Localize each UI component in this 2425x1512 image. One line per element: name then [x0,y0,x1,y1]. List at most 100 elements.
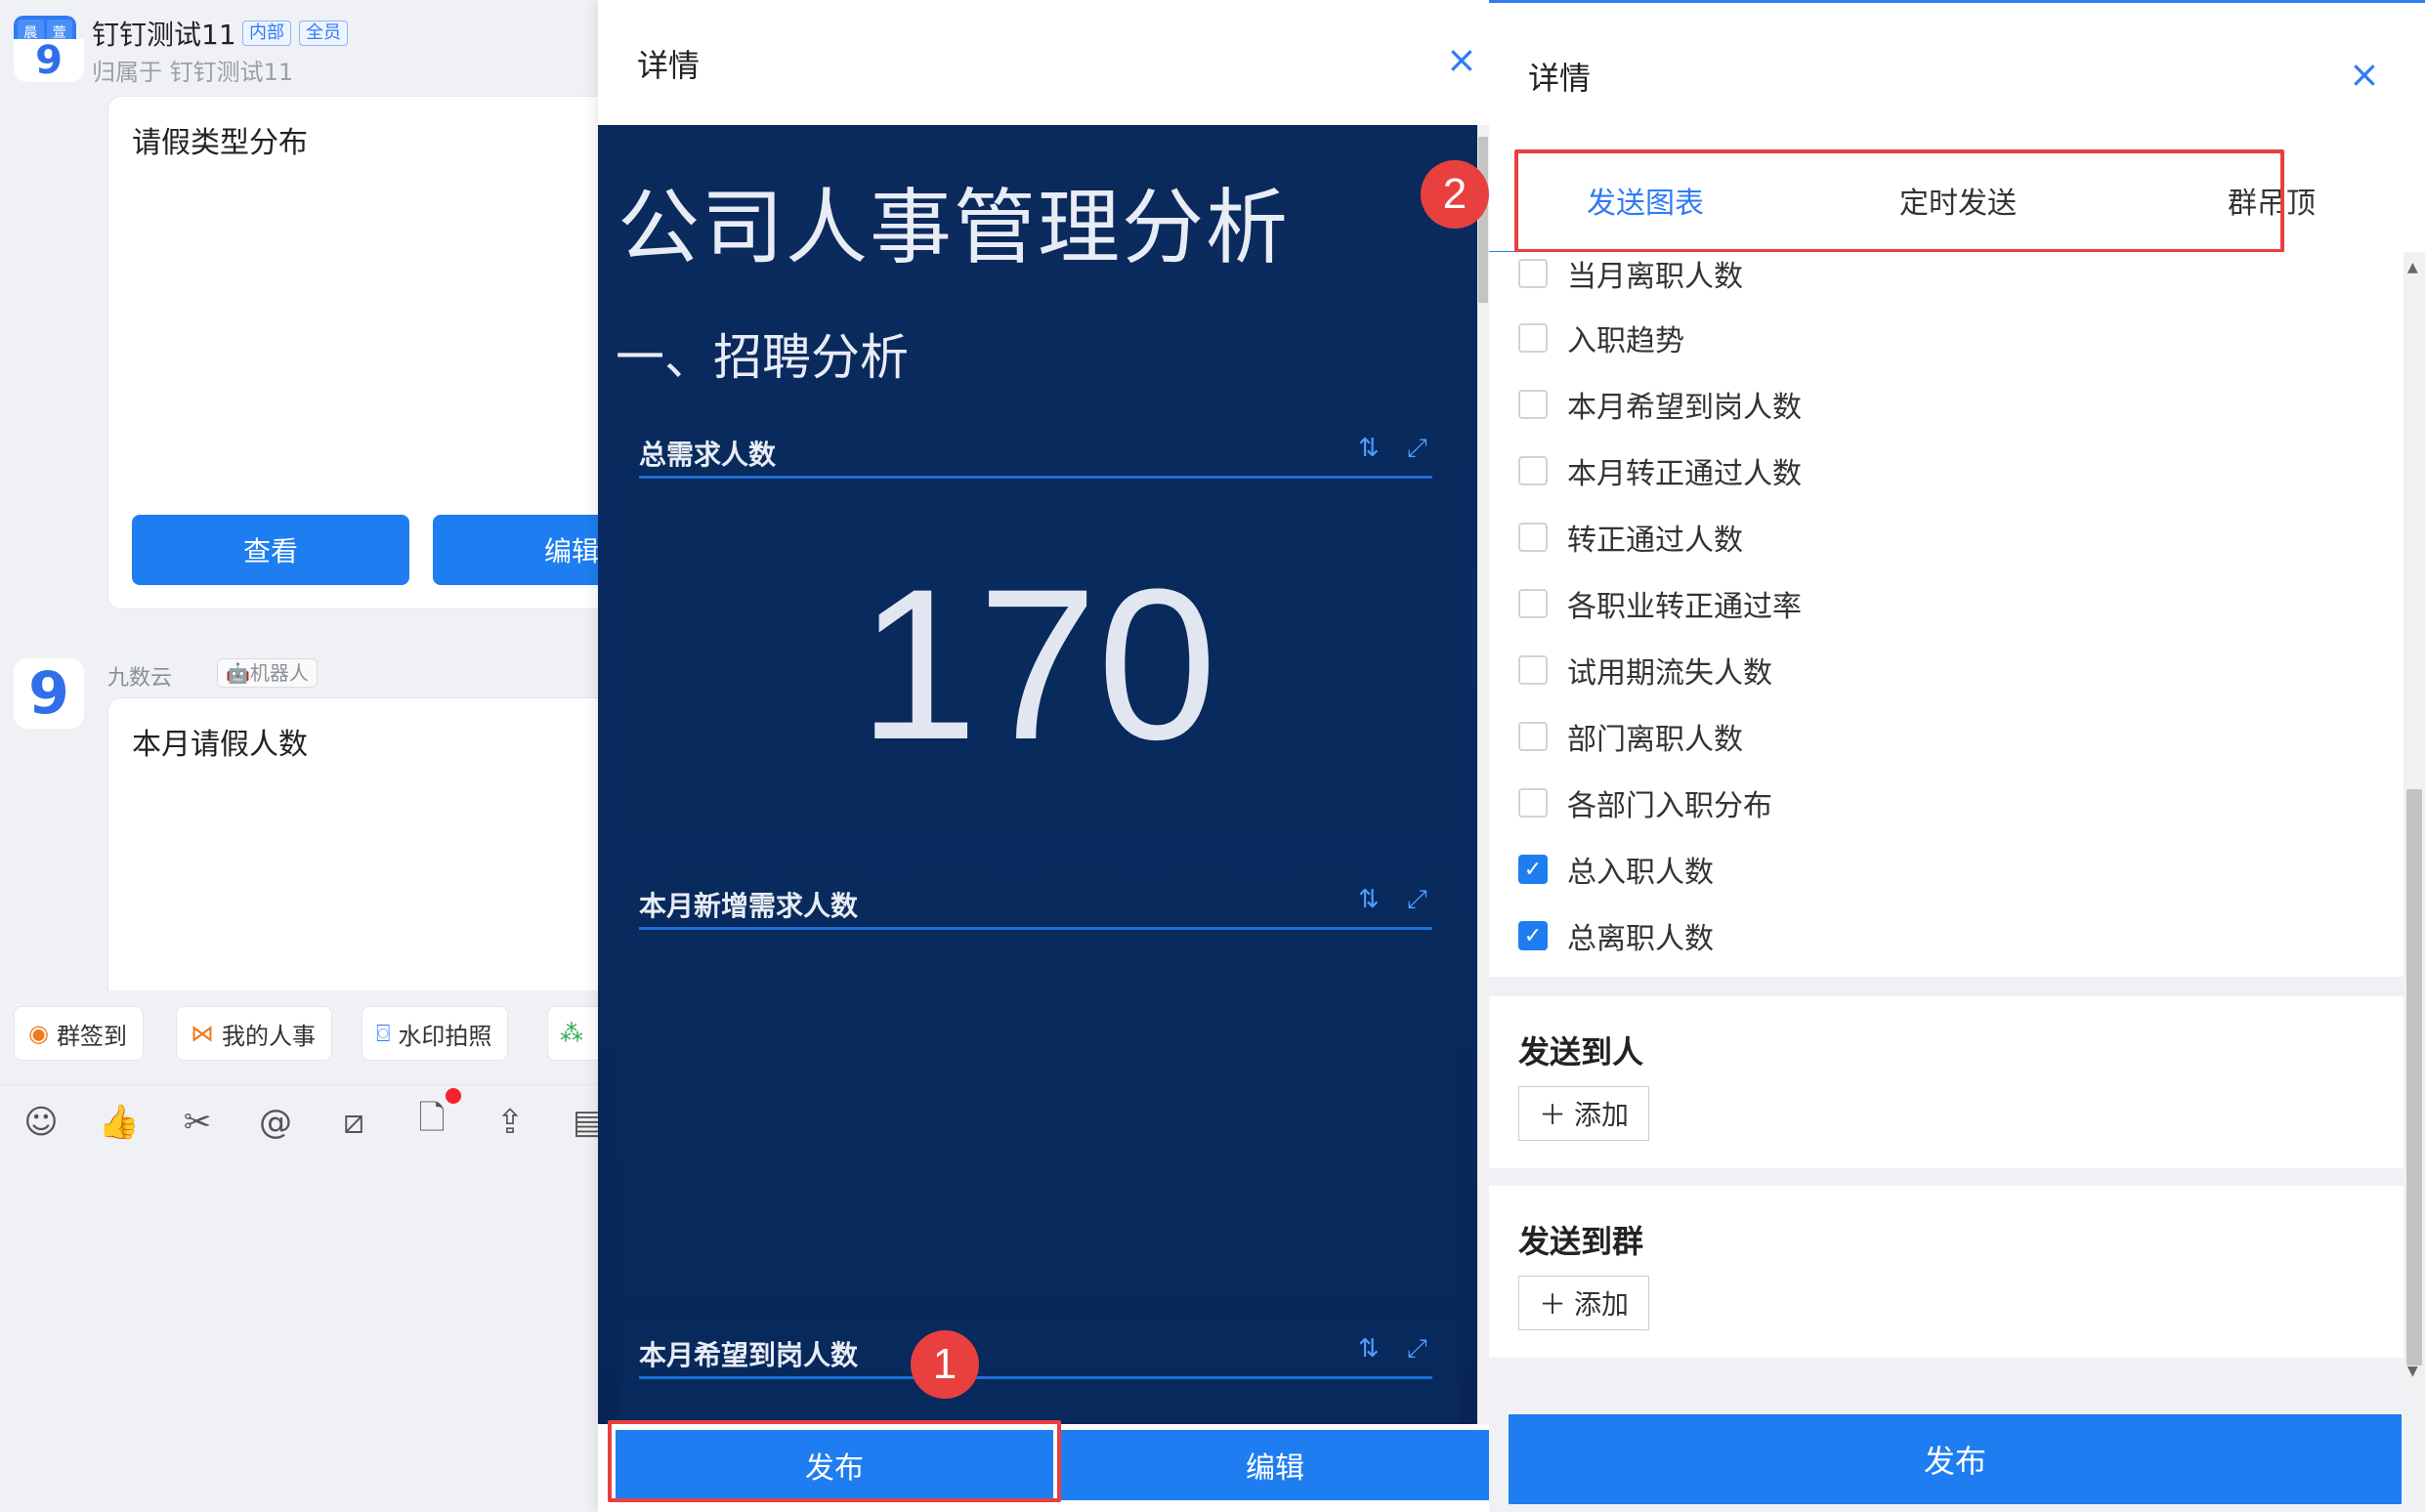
emoji-icon[interactable]: ☺ [21,1103,61,1142]
preview-panel: 详情 × 公司人事管理分析 一、招聘分析 总需求人数 ⇅ ⤢ 170 本月新增需… [598,0,1489,1512]
camera-icon: ⌼ [376,1020,391,1047]
expand-icon[interactable]: ⤢ [1407,434,1427,464]
preview-scrollbar[interactable] [1477,125,1489,1424]
checkbox[interactable] [1518,788,1548,818]
scissors-icon[interactable]: ✂ [178,1103,217,1142]
watermark-camera-button[interactable]: ⌼ 水印拍照 [362,1006,509,1061]
highlight-box-publish [608,1420,1061,1502]
hr-icon: ⋈ [191,1020,214,1047]
location-icon: ◉ [28,1020,49,1047]
close-icon[interactable]: × [1446,41,1477,78]
checkbox-checked[interactable]: ✓ [1518,921,1548,950]
share-icon: ⁂ [560,1020,583,1047]
send-to-person-title: 发送到人 [1518,1033,1644,1071]
scrollbar-thumb[interactable] [1478,137,1488,303]
more-actions-button[interactable]: ⁂ [547,1006,598,1061]
bot-logo-icon: 9 [35,38,63,83]
checkbox[interactable] [1518,259,1548,288]
thumbs-up-icon[interactable]: 👍 [99,1103,140,1142]
chart-option-label: 入职趋势 [1567,324,1684,358]
sort-icon[interactable]: ⇅ [1358,1334,1380,1364]
scroll-up-icon[interactable]: ▲ [2407,260,2418,275]
group-owner-text: 归属于 钉钉测试11 [92,59,294,86]
chart-option-row[interactable]: 本月希望到岗人数 [1518,383,1802,426]
widget-header: 本月希望到岗人数 ⇅ ⤢ [639,1330,1432,1379]
add-label: 添加 [1574,1288,1630,1321]
view-button[interactable]: 查看 [132,515,409,585]
widget-header: 本月新增需求人数 ⇅ ⤢ [639,881,1432,930]
dashboard-preview: 公司人事管理分析 一、招聘分析 总需求人数 ⇅ ⤢ 170 本月新增需求人数 ⇅… [598,125,1477,1424]
chart-option-label: 总离职人数 [1567,922,1714,956]
chart-option-row[interactable]: 各职业转正通过率 [1518,582,1802,625]
chart-option-label: 部门离职人数 [1567,723,1743,757]
step-marker-1: 1 [911,1330,979,1399]
checkbox-checked[interactable]: ✓ [1518,855,1548,884]
upload-icon[interactable]: ⇪ [490,1103,530,1142]
expand-icon[interactable]: ⤢ [1407,1334,1427,1365]
chart-option-label: 总入职人数 [1567,856,1714,890]
bot-avatar[interactable]: 9 [14,658,84,729]
message-card: 请假类型分布 查看 编辑 [107,96,598,609]
checkbox[interactable] [1518,323,1548,353]
chart-option-label: 各职业转正通过率 [1567,590,1802,624]
quick-action-label: 群签到 [56,1022,127,1050]
chart-option-label: 本月希望到岗人数 [1567,391,1802,425]
add-note-icon[interactable]: 🗋 [412,1099,451,1142]
group-checkin-button[interactable]: ◉ 群签到 [14,1006,144,1061]
preview-edit-button[interactable]: 编辑 [1061,1430,1489,1500]
chart-option-row[interactable]: 转正通过人数 [1518,516,1743,559]
scrollbar-thumb[interactable] [2406,789,2422,1365]
close-icon[interactable]: × [2349,56,2380,93]
checkbox[interactable] [1518,523,1548,552]
dashboard-widget[interactable]: 本月希望到岗人数 ⇅ ⤢ [617,1319,1458,1424]
chart-option-row[interactable]: ✓ 总离职人数 [1518,914,1714,957]
expand-icon[interactable]: ⤢ [1407,885,1427,915]
chart-option-row[interactable]: 当月离职人数 [1518,252,1743,295]
kpi-value: 170 [858,544,1217,784]
at-icon[interactable]: @ [256,1103,295,1142]
checkbox[interactable] [1518,390,1548,419]
checkbox[interactable] [1518,722,1548,751]
add-group-button[interactable]: ＋ 添加 [1518,1276,1649,1330]
detail-header: 详情 × 发送图表 定时发送 群吊顶 [1489,0,2425,255]
chart-option-row[interactable]: 入职趋势 [1518,316,1684,359]
chart-option-row[interactable]: 本月转正通过人数 [1518,449,1802,492]
edit-button[interactable]: 编辑 [433,515,598,585]
chart-option-row[interactable]: 各部门入职分布 [1518,781,1772,824]
chart-option-row[interactable]: ✓ 总入职人数 [1518,848,1714,891]
chart-option-label: 试用期流失人数 [1567,656,1772,691]
bot-avatar[interactable]: 9 [14,39,84,82]
chart-checkbox-list: 当月离职人数 入职趋势 本月希望到岗人数 本月转正通过人数 转正通过人数 各职业… [1489,252,2404,977]
card-title: 本月请假人数 [132,728,308,762]
sort-icon[interactable]: ⇅ [1358,434,1380,463]
checkbox[interactable] [1518,589,1548,618]
robot-tag-label: 机器人 [249,661,309,685]
my-hr-button[interactable]: ⋈ 我的人事 [176,1006,332,1061]
checkbox[interactable] [1518,456,1548,485]
dashboard-widget[interactable]: 本月新增需求人数 ⇅ ⤢ [617,869,1458,1299]
step-marker-2: 2 [1421,160,1489,229]
add-label: 添加 [1574,1099,1630,1131]
calendar-icon[interactable]: ▤ [569,1103,598,1142]
chart-option-label: 各部门入职分布 [1567,789,1772,823]
chart-option-label: 当月离职人数 [1567,260,1743,294]
highlight-box-tabs [1514,149,2284,253]
add-person-button[interactable]: ＋ 添加 [1518,1086,1649,1141]
sort-icon[interactable]: ⇅ [1358,885,1380,914]
dashboard-widget[interactable]: 总需求人数 ⇅ ⤢ 170 [617,418,1458,838]
publish-button[interactable]: 发布 [1509,1414,2402,1504]
preview-title: 详情 [637,47,701,84]
detail-scrollbar[interactable]: ▲ ▼ [2404,252,2425,1385]
checkbox[interactable] [1518,655,1548,685]
plus-icon: ＋ [1538,1099,1566,1131]
bot-logo-icon: 9 [28,659,69,728]
chart-option-row[interactable]: 试用期流失人数 [1518,649,1772,692]
chart-option-row[interactable]: 部门离职人数 [1518,715,1743,758]
notification-dot [446,1088,461,1104]
message-card: 本月请假人数 [107,697,598,990]
detail-title: 详情 [1528,60,1592,97]
slash-command-icon[interactable]: ⧄ [334,1103,373,1142]
plus-icon: ＋ [1538,1288,1566,1321]
group-name[interactable]: 钉钉测试11 [92,14,236,53]
scroll-down-icon[interactable]: ▼ [2407,1364,2418,1379]
